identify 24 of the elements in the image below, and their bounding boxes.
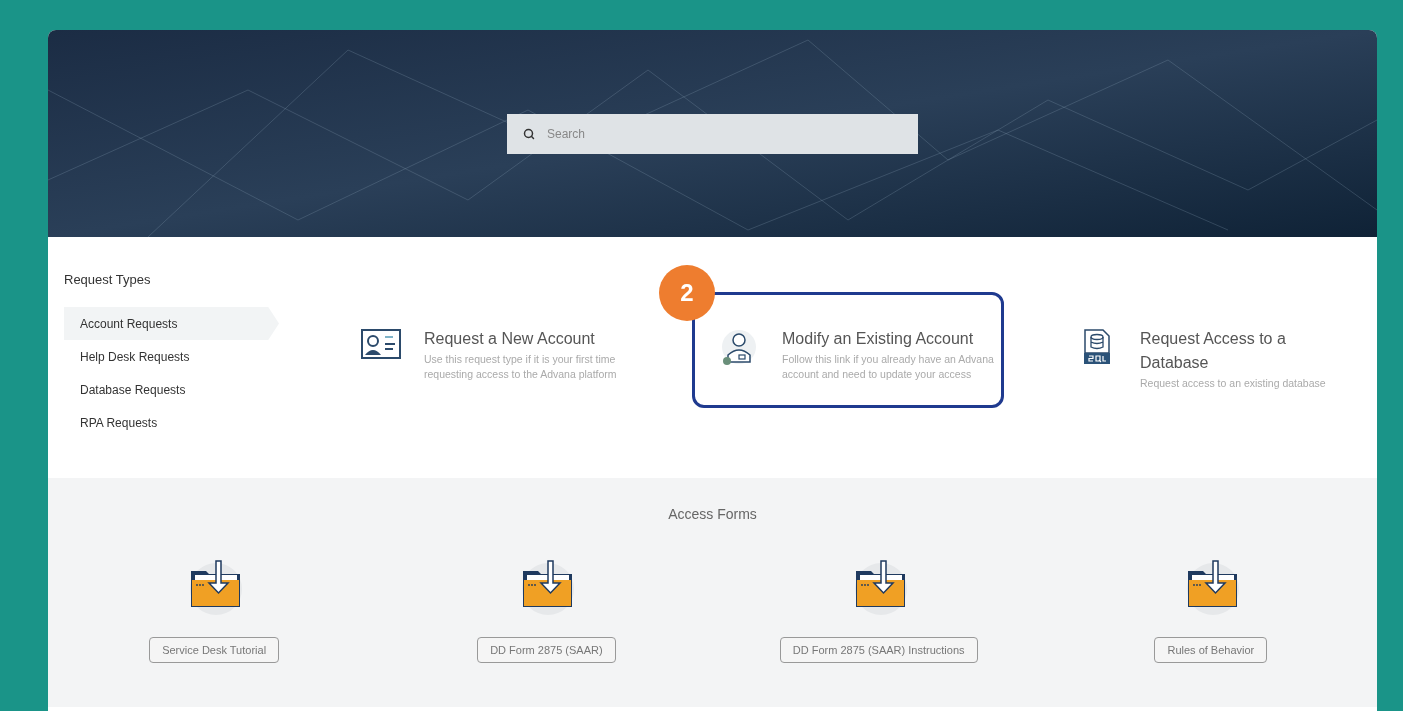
form-link-button[interactable]: DD Form 2875 (SAAR) [477, 637, 616, 663]
form-link-button[interactable]: DD Form 2875 (SAAR) Instructions [779, 637, 978, 663]
request-type-item[interactable]: RPA Requests [64, 406, 279, 439]
search-field[interactable]: Search [507, 113, 918, 154]
id-card-icon [360, 329, 401, 359]
card-title: Request Access to a Database [1140, 329, 1287, 373]
form-link-button[interactable]: Rules of Behavior [1154, 637, 1268, 663]
request-type-item[interactable]: Help Desk Requests [64, 340, 279, 373]
form-link-button[interactable]: Service Desk Tutorial [149, 637, 280, 663]
card-title: Request a New Account [424, 329, 596, 349]
step-callout-badge: 2 [659, 265, 715, 321]
user-gear-icon [720, 329, 757, 367]
section-title: Access Forms [668, 505, 757, 524]
card-title: Modify an Existing Account [782, 329, 975, 349]
card-description: Follow this link if you already have an Advana account and need to update your access [782, 352, 995, 382]
request-type-item[interactable]: Database Requests [64, 373, 279, 406]
card-description: Request access to an existing database [1140, 376, 1327, 391]
card-description: Use this request type if it is your first time requesting access to the Advana platform [424, 352, 618, 382]
request-type-item[interactable]: Account Requests [64, 307, 279, 340]
request-card[interactable]: Request Access to a Database Request access to an existing database [1050, 292, 1362, 408]
section-title: Request Types [64, 271, 152, 288]
search-icon [523, 127, 535, 140]
sql-file-icon [1082, 329, 1111, 365]
request-card[interactable]: Request a New Account Use this request type if it is your first time requesting access to the Advana platform [334, 292, 646, 408]
